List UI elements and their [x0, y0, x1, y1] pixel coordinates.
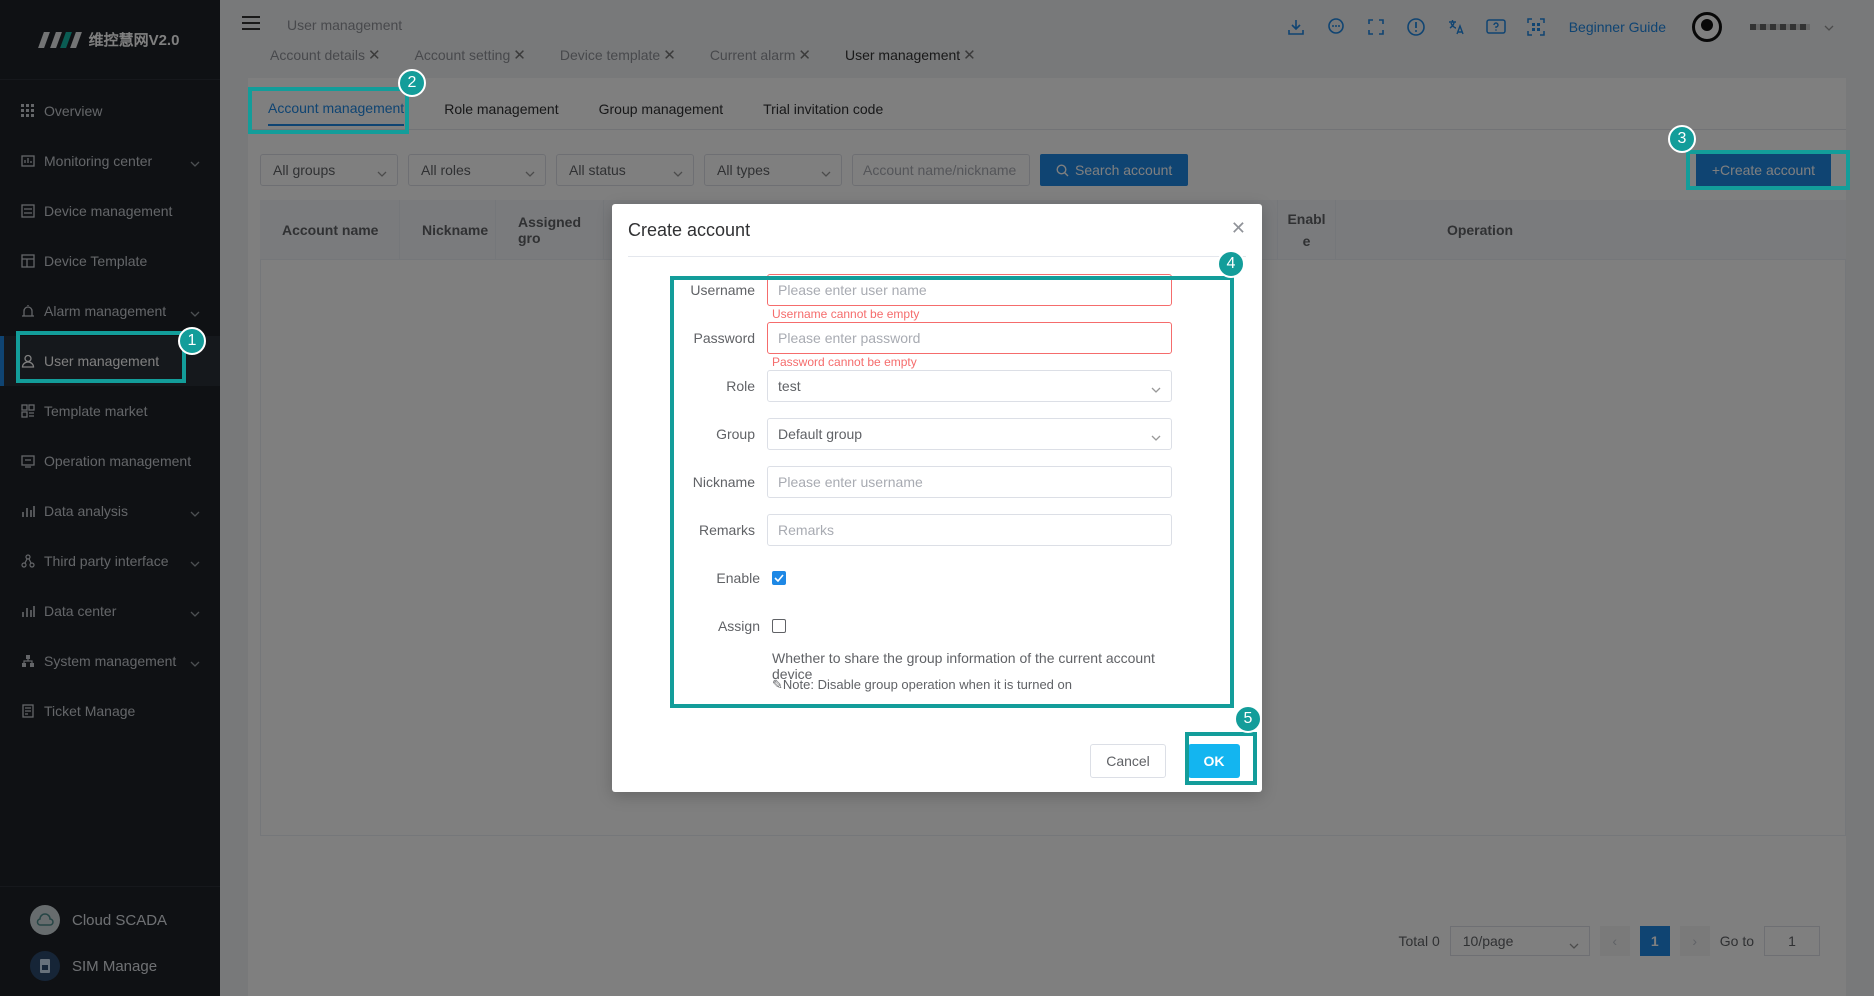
close-icon[interactable]: ✕	[1231, 218, 1246, 239]
annotation-badge-4: 4	[1217, 250, 1245, 278]
annotation-box-3	[1686, 150, 1850, 190]
dialog-divider	[628, 256, 1246, 257]
annotation-box-4	[670, 276, 1234, 708]
cancel-button[interactable]: Cancel	[1090, 744, 1166, 778]
annotation-badge-2: 2	[398, 69, 426, 97]
annotation-box-2	[248, 87, 409, 134]
annotation-badge-5: 5	[1234, 705, 1262, 733]
annotation-badge-1: 1	[178, 327, 206, 355]
dialog-title: Create account	[628, 220, 751, 240]
annotation-box-1	[16, 331, 186, 383]
annotation-badge-3: 3	[1668, 125, 1696, 153]
annotation-box-5	[1185, 732, 1257, 785]
